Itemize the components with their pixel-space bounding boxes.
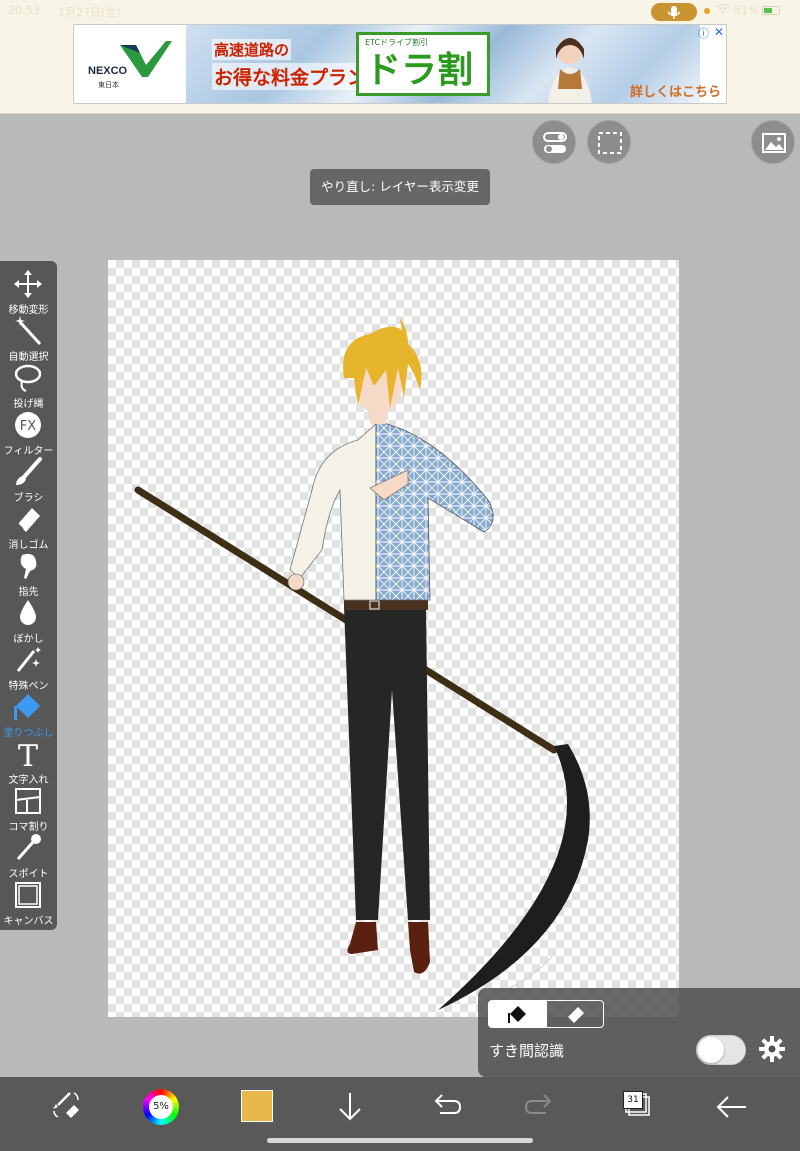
fx-text: FX xyxy=(20,419,36,434)
undo-icon xyxy=(434,1094,462,1114)
tool-eyedropper[interactable]: スポイト xyxy=(0,831,57,880)
ad-close-icon[interactable]: ✕ xyxy=(714,25,724,39)
toggle-layers-button[interactable] xyxy=(532,120,576,164)
ad-info-icon[interactable]: ⓘ xyxy=(698,25,709,41)
current-color-swatch[interactable] xyxy=(241,1090,273,1122)
brush-eraser-switch-button[interactable] xyxy=(50,1089,86,1125)
smudge-icon xyxy=(20,553,37,579)
toggle-switch-icon xyxy=(543,132,567,153)
home-indicator[interactable] xyxy=(267,1138,533,1143)
back-button[interactable] xyxy=(714,1089,750,1125)
color-wheel-button[interactable]: 5% xyxy=(143,1089,179,1125)
fill-mode-fill[interactable] xyxy=(489,1001,547,1027)
tool-fill-bucket[interactable]: 塗りつぶし xyxy=(0,690,57,739)
ad-person-image xyxy=(548,38,592,103)
top-band: 20:53 1月27日(金) 51% NEXCO 東日本 高速道路の お得な料金… xyxy=(0,0,800,114)
redo-icon xyxy=(524,1094,552,1114)
redo-button[interactable] xyxy=(522,1089,558,1125)
image-icon xyxy=(762,133,786,153)
tool-sidebar: 移動変形 自動選択 投げ縄 FX フィルター ブラシ 消しゴム 指先 ぼかし 特… xyxy=(0,261,57,930)
panel-divide-icon xyxy=(15,788,41,814)
status-time: 20:53 xyxy=(8,4,40,17)
advertisement-banner[interactable]: NEXCO 東日本 高速道路の お得な料金プラン ETCドライブ割引 ドラ割 詳… xyxy=(73,24,727,104)
brush-icon xyxy=(16,457,42,485)
ad-brand: NEXCO xyxy=(88,65,128,77)
reference-image-button[interactable] xyxy=(751,120,795,164)
move-icon xyxy=(14,270,42,298)
battery-icon xyxy=(762,6,780,15)
brush-size-text: 5% xyxy=(149,1095,173,1119)
tool-brush[interactable]: ブラシ xyxy=(0,455,57,504)
gap-detection-toggle[interactable] xyxy=(696,1035,746,1065)
battery-percent: 51% xyxy=(734,4,759,17)
ad-headline-2: お得な料金プラン xyxy=(212,63,369,90)
artwork-figure xyxy=(134,318,590,1010)
undo-button[interactable] xyxy=(428,1089,464,1125)
text-icon: T xyxy=(18,739,38,769)
tool-smudge[interactable]: 指先 xyxy=(0,549,57,598)
tool-text[interactable]: T 文字入れ xyxy=(0,737,57,786)
ad-logo: NEXCO 東日本 xyxy=(74,25,186,103)
ad-product-small: ETCドライブ割引 xyxy=(365,38,429,47)
arrow-left-icon xyxy=(716,1096,746,1118)
layer-down-button[interactable] xyxy=(332,1089,368,1125)
fill-mode-erase[interactable] xyxy=(547,1001,603,1027)
tool-blur[interactable]: ぼかし xyxy=(0,596,57,645)
microphone-indicator-icon xyxy=(651,3,697,21)
fill-bucket-icon xyxy=(508,1006,526,1023)
gap-detection-label: すき間認識 xyxy=(489,1042,565,1060)
tool-panel-divide[interactable]: コマ割り xyxy=(0,784,57,833)
tool-move-transform[interactable]: 移動変形 xyxy=(0,267,57,316)
brush-eraser-swap-icon xyxy=(53,1092,79,1118)
tool-filter[interactable]: FX フィルター xyxy=(0,408,57,457)
fx-icon: FX xyxy=(15,412,41,438)
ad-product-name: ドラ割 xyxy=(365,50,474,91)
tool-special-pen[interactable]: 特殊ペン xyxy=(0,643,57,692)
ad-headline-1: 高速道路の xyxy=(212,39,292,60)
dashed-selection-icon xyxy=(598,132,622,154)
tool-label: キャンバス xyxy=(3,916,54,927)
status-bar: 20:53 1月27日(金) 51% xyxy=(0,0,800,22)
special-pen-icon xyxy=(16,647,41,672)
fill-options-panel: すき間認識 xyxy=(478,988,800,1077)
tool-auto-select[interactable]: 自動選択 xyxy=(0,314,57,363)
tool-lasso[interactable]: 投げ縄 xyxy=(0,361,57,410)
magic-wand-icon xyxy=(15,316,42,346)
fill-bucket-icon xyxy=(14,694,40,720)
wifi-icon xyxy=(716,3,730,18)
redo-toast: やり直し: レイヤー表示変更 xyxy=(310,169,490,205)
ad-brand-sub: 東日本 xyxy=(98,81,119,89)
eraser-icon xyxy=(568,1007,584,1023)
lasso-icon xyxy=(14,364,42,392)
ad-cta-link[interactable]: 詳しくはこちら xyxy=(630,81,721,100)
layer-count: 31 xyxy=(623,1091,643,1109)
tool-eraser[interactable]: 消しゴム xyxy=(0,502,57,551)
status-date: 1月27日(金) xyxy=(58,6,121,19)
gear-icon[interactable] xyxy=(759,1036,785,1062)
tool-canvas[interactable]: キャンバス xyxy=(0,878,57,927)
eraser-icon xyxy=(17,508,40,532)
activity-dot-icon xyxy=(704,8,710,14)
selection-button[interactable] xyxy=(587,120,631,164)
eyedropper-icon xyxy=(16,834,41,860)
fill-mode-segmented-control xyxy=(488,1000,604,1028)
arrow-down-icon xyxy=(339,1093,361,1121)
ad-product-box: ETCドライブ割引 ドラ割 xyxy=(356,32,490,96)
blur-drop-icon xyxy=(20,600,36,625)
canvas-icon xyxy=(15,882,41,908)
text-glyph: T xyxy=(18,739,38,769)
